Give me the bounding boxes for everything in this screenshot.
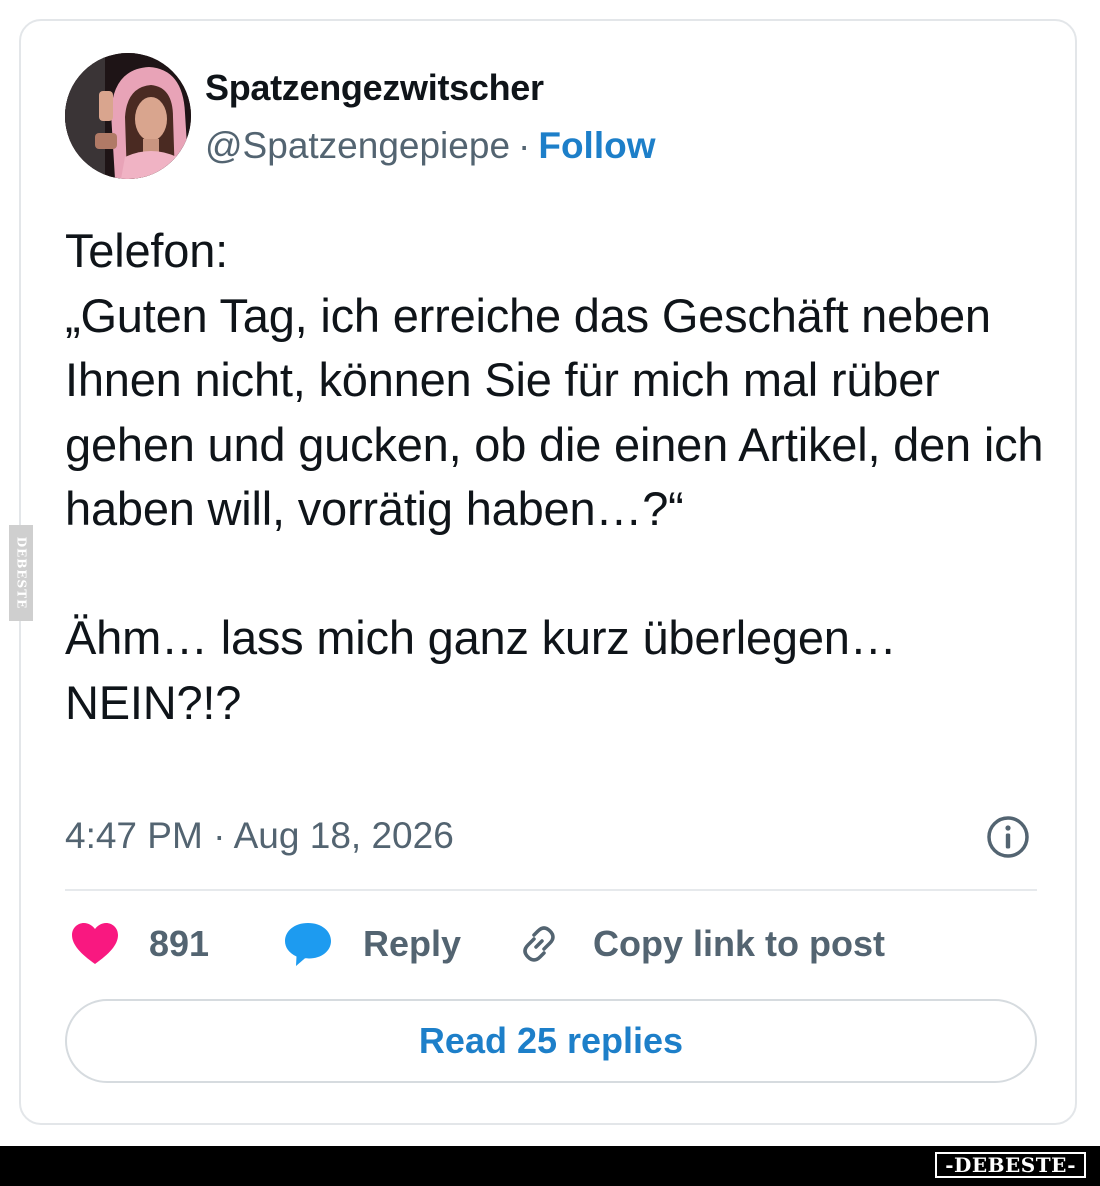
handle-row: @Spatzengepiepe · Follow: [205, 125, 656, 167]
divider: [65, 889, 1037, 891]
heart-icon: [72, 923, 118, 964]
like-button[interactable]: 891: [71, 919, 209, 969]
speech-bubble-icon: [285, 923, 331, 966]
copy-link-label: Copy link to post: [593, 923, 885, 964]
bottom-watermark-logo: -DEBESTE-: [935, 1152, 1086, 1178]
tweet-timestamp[interactable]: 4:47 PM · Aug 18, 2026: [65, 815, 454, 857]
tweet-card: Spatzengezwitscher @Spatzengepiepe · Follo…: [19, 19, 1077, 1125]
user-handle[interactable]: @Spatzengepiepe: [205, 125, 510, 166]
tweet-text: Telefon: „Guten Tag, ich erreiche das Ge…: [65, 224, 1044, 729]
avatar-image: [65, 53, 191, 179]
info-circle-icon[interactable]: [985, 814, 1031, 860]
link-icon: [523, 926, 555, 962]
like-count: 891: [149, 923, 210, 964]
reply-label: Reply: [363, 923, 462, 964]
side-watermark: DEBESTE: [9, 525, 33, 621]
avatar[interactable]: [65, 53, 191, 179]
display-name[interactable]: Spatzengezwitscher: [205, 67, 544, 109]
side-watermark-text: DEBESTE: [14, 536, 28, 610]
separator-dot: ·: [518, 125, 531, 166]
follow-button[interactable]: Follow: [538, 125, 655, 166]
read-replies-button[interactable]: Read 25 replies: [65, 999, 1037, 1083]
copy-link-button[interactable]: Copy link to post: [515, 919, 885, 969]
reply-button[interactable]: Reply: [283, 919, 461, 969]
bottom-watermark-bar: -DEBESTE-: [0, 1146, 1100, 1186]
